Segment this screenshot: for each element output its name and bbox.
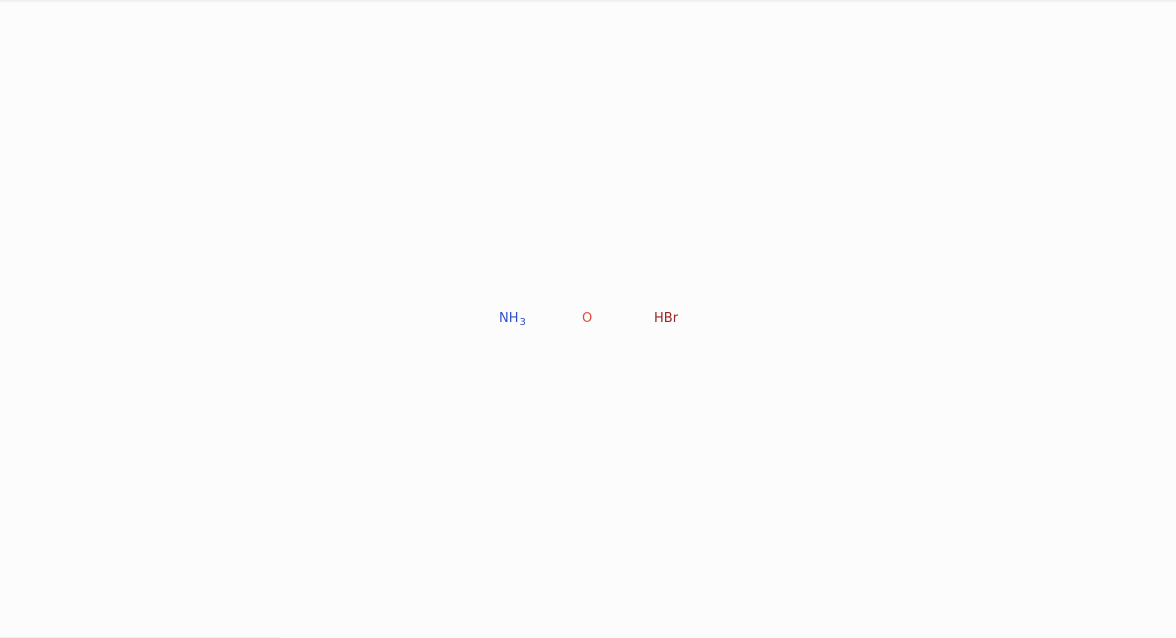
- ammonia-base: NH: [499, 311, 519, 326]
- top-shadow: [0, 0, 1176, 3]
- oxygen-label[interactable]: O: [582, 311, 592, 327]
- hydrogen-bromide-label[interactable]: HBr: [654, 311, 678, 327]
- ammonia-subscript: 3: [519, 317, 526, 328]
- molecule-canvas[interactable]: NH3 O HBr: [0, 0, 1176, 638]
- ammonia-label[interactable]: NH3: [499, 311, 526, 328]
